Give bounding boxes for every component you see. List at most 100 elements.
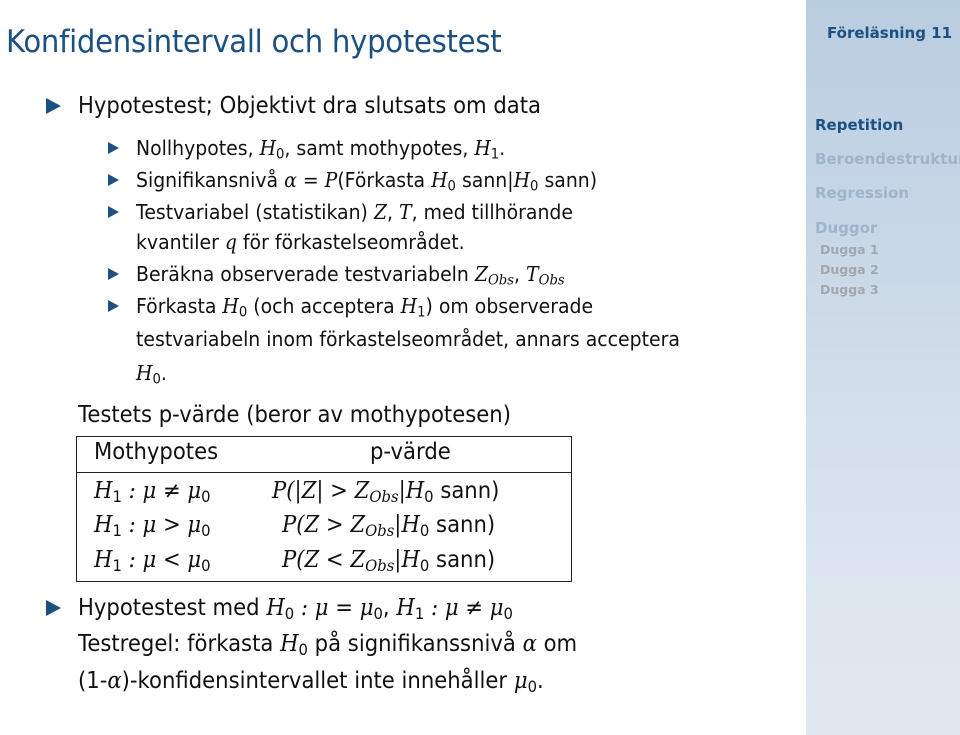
- subscript: 1: [417, 304, 426, 321]
- konfidensintervall-line: (1-α)-konfidensintervallet inte innehåll…: [78, 667, 544, 695]
- sidebar-lecture-title[interactable]: Föreläsning 11: [827, 24, 952, 42]
- subscript: Obs: [369, 487, 399, 507]
- text: om: [536, 631, 578, 657]
- table-row-pvalue: P(|Z| > ZObs|H0 sann): [272, 477, 499, 505]
- sub-bullet-forkasta-cont2: H0.: [136, 359, 167, 387]
- subscript: Obs: [365, 521, 395, 541]
- text: Förkasta: [136, 294, 223, 318]
- subscript: 0: [238, 304, 248, 321]
- sidebar-subitem-dugga-2[interactable]: Dugga 2: [820, 262, 879, 277]
- math-h: H: [259, 136, 277, 160]
- text: )-konfidensintervallet inte innehåller: [121, 668, 514, 694]
- text: , samt mothypotes,: [284, 136, 475, 160]
- subscript: 0: [419, 556, 430, 576]
- math-op: : μ = μ: [294, 595, 374, 621]
- subscript: 0: [373, 604, 383, 624]
- math-h: H: [94, 512, 113, 538]
- text: Hypotestest med: [78, 595, 267, 621]
- text: ,: [382, 595, 397, 621]
- text: ,: [514, 262, 527, 286]
- math-p: P(Z < Z: [282, 547, 366, 573]
- subscript: 1: [112, 487, 122, 507]
- subscript: 0: [419, 521, 430, 541]
- text: sann): [429, 547, 496, 573]
- subscript: 0: [298, 640, 308, 660]
- subscript: 0: [201, 521, 211, 541]
- text: Signifikansnivå: [136, 168, 285, 192]
- subscript: Obs: [538, 272, 565, 289]
- text: sann): [433, 478, 500, 504]
- table-row-hyp: H1 : μ < μ0: [94, 546, 211, 574]
- bullet-triangle-icon: [108, 300, 119, 312]
- math-p: P(|Z| > Z: [272, 478, 370, 504]
- bullet-hypotestest: Hypotestest; Objektivt dra slutsats om d…: [78, 93, 542, 119]
- text: Beräkna observerade testvariabeln: [136, 262, 475, 286]
- bullet-triangle-icon: [108, 206, 119, 218]
- sidebar-subitem-dugga-1[interactable]: Dugga 1: [820, 242, 879, 257]
- math-t: T: [399, 200, 412, 224]
- subscript: 0: [424, 487, 434, 507]
- math-op: : μ > μ: [121, 512, 202, 538]
- sidebar-subitem-dugga-3[interactable]: Dugga 3: [820, 282, 879, 297]
- math-mu: μ: [513, 668, 528, 694]
- math-op: : μ ≠ μ: [424, 595, 504, 621]
- sidebar-item-duggor[interactable]: Duggor: [815, 219, 877, 237]
- sub-bullet-signifikansniva: Signifikansnivå α = P(Förkasta H0 sann|H…: [136, 166, 597, 194]
- text: ) om observerade: [425, 294, 594, 318]
- math-z: Z: [373, 200, 388, 224]
- subscript: 1: [112, 556, 122, 576]
- table-header-divider: [77, 472, 571, 473]
- subscript: 1: [490, 146, 500, 163]
- math-h: H: [266, 595, 285, 621]
- math-h: H: [396, 595, 415, 621]
- subscript: 0: [503, 604, 513, 624]
- math-h: |H: [394, 547, 420, 573]
- math-h: H: [400, 294, 418, 318]
- sub-bullet-testvariabel: Testvariabel (statistikan) Z, T, med til…: [136, 198, 573, 226]
- bullet-triangle-icon: [108, 268, 119, 280]
- text: kvantiler: [136, 230, 225, 254]
- math-h: H: [513, 168, 531, 192]
- sub-bullet-berakna: Beräkna observerade testvariabeln ZObs, …: [136, 260, 565, 288]
- text: .: [160, 361, 167, 385]
- math-q: q: [224, 230, 237, 254]
- math-alpha: α: [522, 631, 537, 657]
- math-op: : μ ≠ μ: [121, 478, 202, 504]
- subscript: 1: [112, 521, 122, 541]
- subscript: 0: [527, 677, 538, 697]
- text: (Förkasta: [337, 168, 432, 192]
- slide-title: Konfidensintervall och hypotestest: [6, 24, 502, 60]
- sidebar-item-regression[interactable]: Regression: [815, 184, 909, 202]
- math-h: |H: [398, 478, 425, 504]
- sidebar-item-repetition[interactable]: Repetition: [815, 116, 903, 134]
- text: , med tillhörande: [411, 200, 573, 224]
- math-h: H: [474, 136, 491, 160]
- sub-bullet-nollhypotes: Nollhypotes, H0, samt mothypotes, H1.: [136, 134, 505, 162]
- subscript: 0: [152, 371, 161, 388]
- text: (1-: [78, 668, 108, 694]
- sub-bullet-testvariabel-cont: kvantiler q för förkastelseområdet.: [136, 228, 465, 256]
- subscript: 1: [414, 604, 425, 624]
- table-header-pvarde: p-värde: [370, 439, 451, 465]
- text: Testregel: förkasta: [78, 631, 281, 657]
- math-alpha-eq-p: α = P: [284, 168, 338, 192]
- table-row-hyp: H1 : μ ≠ μ0: [94, 477, 211, 505]
- math-h: H: [431, 168, 448, 192]
- sidebar-item-beroendestrukturer[interactable]: Beroendestrukturer: [815, 150, 960, 168]
- subscript: 0: [284, 604, 295, 624]
- text: på signifikanssnivå: [307, 631, 523, 657]
- math-z: Z: [474, 262, 488, 286]
- text: för förkastelseområdet.: [236, 230, 465, 254]
- math-op: : μ < μ: [121, 547, 202, 573]
- text: .: [499, 136, 506, 160]
- bullet-triangle-icon: [108, 174, 119, 186]
- bullet-triangle-icon: [108, 142, 119, 154]
- pvalue-intro: Testets p-värde (beror av mothypotesen): [78, 402, 511, 428]
- math-h: |H: [394, 512, 420, 538]
- math-h: H: [280, 631, 299, 657]
- subscript: Obs: [487, 272, 515, 289]
- text: ,: [387, 200, 400, 224]
- bullet-triangle-icon: [46, 600, 61, 616]
- math-h: H: [94, 478, 113, 504]
- table-row-hyp: H1 : μ > μ0: [94, 511, 211, 539]
